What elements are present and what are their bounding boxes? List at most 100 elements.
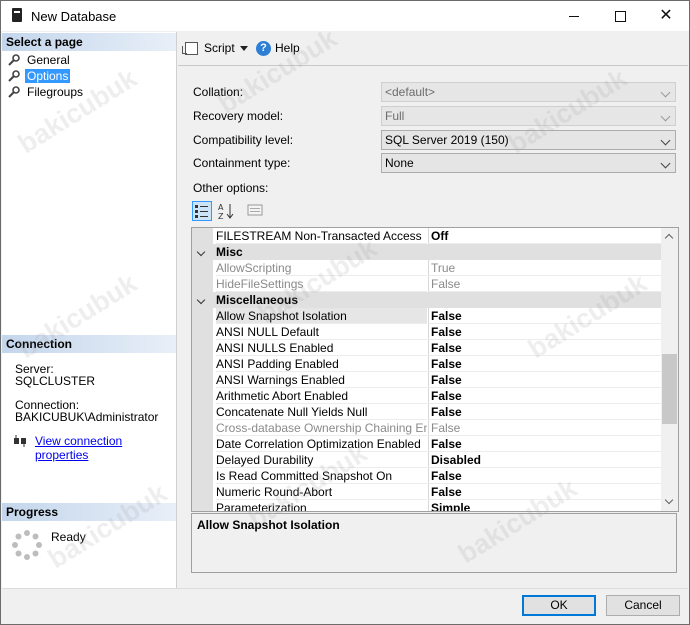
property-row[interactable]: Cross-database Ownership Chaining Enable… <box>192 420 661 436</box>
property-row[interactable]: Allow Snapshot Isolation False <box>192 308 661 324</box>
containment-type-label: Containment type: <box>193 156 291 170</box>
property-name: Is Read Committed Snapshot On <box>216 468 427 484</box>
scroll-up-icon[interactable] <box>664 233 674 243</box>
property-name: ANSI Padding Enabled <box>216 356 427 372</box>
property-description-title: Allow Snapshot Isolation <box>197 518 340 532</box>
page-item-label: Options <box>25 69 71 83</box>
wrench-icon <box>8 70 20 82</box>
page-item-options[interactable]: Options <box>8 68 71 84</box>
maximize-icon <box>615 11 626 22</box>
close-icon: ✕ <box>659 7 673 24</box>
property-row[interactable]: ANSI Warnings Enabled False <box>192 372 661 388</box>
property-name: ANSI NULLS Enabled <box>216 340 427 356</box>
close-button[interactable]: ✕ <box>643 1 689 31</box>
property-pages-icon <box>247 204 263 216</box>
property-row[interactable]: HideFileSettings False <box>192 276 661 292</box>
compatibility-level-label: Compatibility level: <box>193 133 294 147</box>
property-name: Parameterization <box>216 500 427 511</box>
compatibility-level-value: SQL Server 2019 (150) <box>385 133 509 147</box>
ok-button[interactable]: OK <box>522 595 596 616</box>
script-button[interactable]: Script <box>204 41 235 55</box>
property-value[interactable]: Simple <box>428 500 661 511</box>
property-pages-button[interactable] <box>246 201 266 221</box>
property-name: FILESTREAM Non-Transacted Access <box>216 228 427 244</box>
chevron-down-icon <box>660 87 671 98</box>
property-value[interactable]: False <box>428 372 661 388</box>
property-value[interactable]: False <box>428 388 661 404</box>
category-name: Misc <box>216 245 243 259</box>
window-title: New Database <box>31 9 117 24</box>
scroll-down-icon[interactable] <box>664 495 674 505</box>
property-row[interactable]: Is Read Committed Snapshot On False <box>192 468 661 484</box>
cancel-button[interactable]: Cancel <box>606 595 680 616</box>
page-item-general[interactable]: General <box>8 52 72 68</box>
containment-type-select[interactable]: None <box>381 153 676 173</box>
recovery-model-select[interactable]: Full <box>381 106 676 126</box>
property-value[interactable]: False <box>428 468 661 484</box>
property-value[interactable]: False <box>428 484 661 500</box>
property-row[interactable]: Numeric Round-Abort False <box>192 484 661 500</box>
collation-label: Collation: <box>193 85 244 99</box>
property-name: Allow Snapshot Isolation <box>216 308 427 324</box>
property-name: ANSI Warnings Enabled <box>216 372 427 388</box>
containment-type-value: None <box>385 156 414 170</box>
property-value[interactable]: False <box>428 436 661 452</box>
compatibility-level-select[interactable]: SQL Server 2019 (150) <box>381 130 676 150</box>
minimize-icon <box>569 16 579 17</box>
property-row[interactable]: ANSI NULL Default False <box>192 324 661 340</box>
property-value[interactable]: False <box>428 340 661 356</box>
scroll-thumb[interactable] <box>662 354 677 424</box>
property-row[interactable]: ANSI NULLS Enabled False <box>192 340 661 356</box>
property-value[interactable]: Disabled <box>428 452 661 468</box>
plug-icon <box>14 435 26 447</box>
wrench-icon <box>8 86 20 98</box>
help-icon: ? <box>256 41 271 56</box>
category-row-misc[interactable]: Misc <box>192 244 661 260</box>
property-value[interactable]: False <box>428 308 661 324</box>
property-row[interactable]: ANSI Padding Enabled False <box>192 356 661 372</box>
property-value[interactable]: Off <box>428 228 661 244</box>
collation-select[interactable]: <default> <box>381 82 676 102</box>
property-grid-scrollbar[interactable] <box>661 228 678 511</box>
property-row[interactable]: Arithmetic Abort Enabled False <box>192 388 661 404</box>
alphabetical-button[interactable]: A Z <box>216 201 236 221</box>
collapse-icon[interactable] <box>196 295 206 305</box>
footer-divider <box>2 588 688 589</box>
categorized-button[interactable] <box>192 201 212 221</box>
help-button[interactable]: Help <box>275 41 300 55</box>
maximize-button[interactable] <box>597 1 643 31</box>
title-bar: New Database ✕ <box>1 1 689 31</box>
collapse-icon[interactable] <box>196 247 206 257</box>
property-row[interactable]: Delayed Durability Disabled <box>192 452 661 468</box>
property-value[interactable]: False <box>428 404 661 420</box>
property-row[interactable]: AllowScripting True <box>192 260 661 276</box>
property-value: False <box>428 420 661 436</box>
property-name: Numeric Round-Abort <box>216 484 427 500</box>
property-value[interactable]: False <box>428 356 661 372</box>
minimize-button[interactable] <box>551 1 597 31</box>
property-value[interactable]: False <box>428 324 661 340</box>
script-dropdown-icon[interactable] <box>240 46 248 51</box>
select-page-header: Select a page <box>2 33 176 51</box>
property-name: AllowScripting <box>216 260 427 276</box>
svg-text:Z: Z <box>218 212 224 221</box>
chevron-down-icon <box>660 135 671 146</box>
page-item-filegroups[interactable]: Filegroups <box>8 84 85 100</box>
collation-value: <default> <box>385 85 436 99</box>
property-row[interactable]: Parameterization Simple <box>192 500 661 511</box>
property-name: HideFileSettings <box>216 276 427 292</box>
sort-alphabetical-icon: A Z <box>218 203 234 221</box>
property-name: ANSI NULL Default <box>216 324 427 340</box>
property-value: True <box>428 260 661 276</box>
property-row[interactable]: FILESTREAM Non-Transacted Access Off <box>192 228 661 244</box>
property-name: Date Correlation Optimization Enabled <box>216 436 427 452</box>
property-grid: FILESTREAM Non-Transacted Access Off Mis… <box>191 227 679 512</box>
property-row[interactable]: Date Correlation Optimization Enabled Fa… <box>192 436 661 452</box>
categorized-icon <box>195 205 208 218</box>
category-row-miscellaneous[interactable]: Miscellaneous <box>192 292 661 308</box>
connection-header: Connection <box>2 335 176 353</box>
view-connection-properties-link[interactable]: View connection properties <box>35 434 176 462</box>
left-pane: Select a page General Options Filegroups… <box>2 32 177 588</box>
page-item-label: Filegroups <box>27 85 84 99</box>
property-row[interactable]: Concatenate Null Yields Null False <box>192 404 661 420</box>
